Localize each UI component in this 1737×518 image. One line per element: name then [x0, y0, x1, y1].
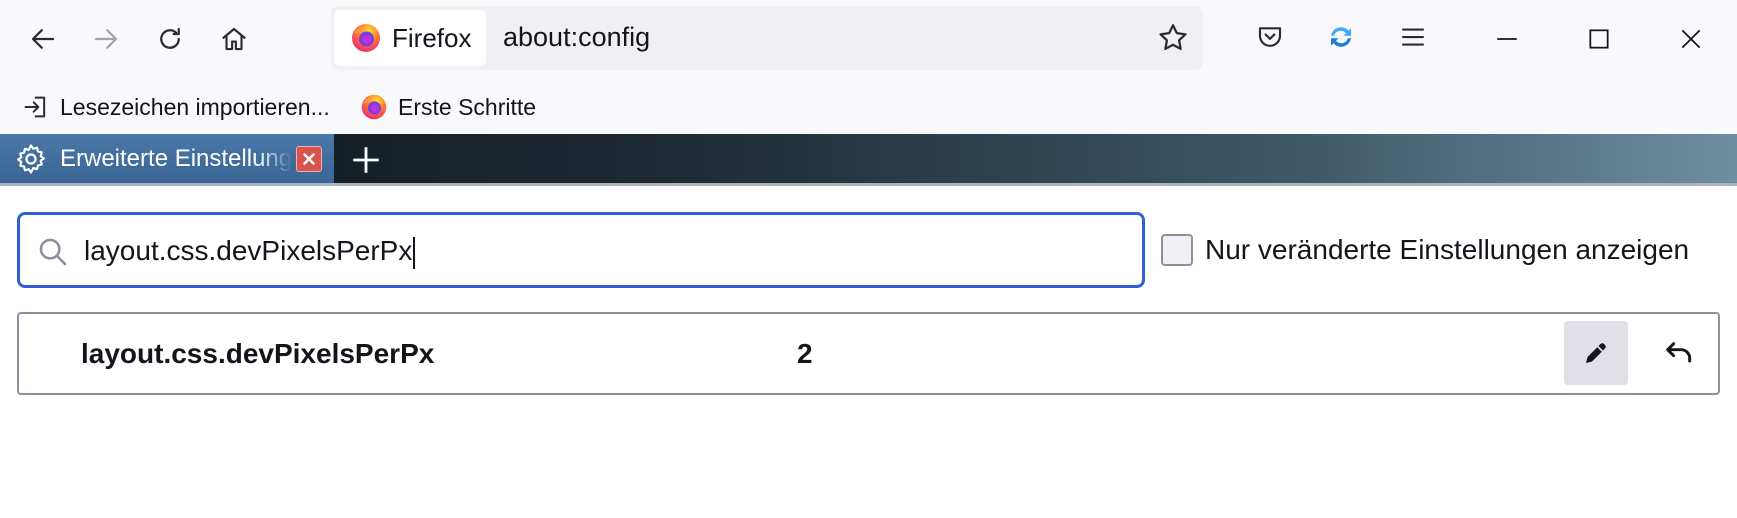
forward-arrow-icon — [94, 29, 118, 49]
back-button[interactable] — [20, 16, 66, 62]
modified-only-label[interactable]: Nur veränderte Einstellungen anzeigen — [1205, 234, 1689, 266]
pocket-icon — [1258, 27, 1282, 47]
app-menu-button[interactable] — [1390, 14, 1436, 60]
search-input[interactable]: layout.css.devPixelsPerPx — [17, 212, 1145, 288]
sync-icon — [1331, 27, 1351, 47]
sync-button[interactable] — [1318, 14, 1364, 60]
edit-pref-button[interactable] — [1564, 321, 1628, 385]
pencil-icon — [1586, 343, 1606, 363]
gear-icon — [17, 143, 45, 174]
pref-row: layout.css.devPixelsPerPx 2 — [17, 312, 1720, 395]
tab-label: Erweiterte Einstellungen — [60, 144, 292, 172]
navigation-toolbar: Firefox about:config — [0, 0, 1737, 80]
home-icon — [222, 27, 246, 51]
new-tab-button[interactable] — [344, 138, 388, 182]
firefox-logo-icon — [361, 94, 387, 120]
about-config-page: layout.css.devPixelsPerPx Nur veränderte… — [0, 186, 1737, 518]
undo-icon — [1666, 342, 1692, 363]
hamburger-menu-icon — [1401, 28, 1425, 46]
pref-value: 2 — [797, 338, 813, 369]
text-caret — [413, 236, 416, 269]
tab-strip: Erweiterte Einstellungen — [0, 134, 1737, 186]
url-text[interactable]: about:config — [503, 22, 650, 53]
minimize-button[interactable] — [1482, 14, 1532, 64]
search-icon — [39, 238, 67, 266]
close-icon — [1681, 29, 1701, 49]
pref-name: layout.css.devPixelsPerPx — [81, 338, 435, 369]
modified-only-toggle[interactable]: Nur veränderte Einstellungen anzeigen — [1161, 234, 1689, 266]
plus-icon — [353, 147, 379, 173]
reload-icon — [160, 27, 180, 49]
reset-pref-button[interactable] — [1647, 321, 1711, 385]
search-input-value[interactable]: layout.css.devPixelsPerPx — [84, 235, 416, 269]
import-icon — [24, 96, 46, 118]
home-button[interactable] — [211, 16, 257, 62]
pocket-button[interactable] — [1247, 14, 1293, 60]
star-icon — [1159, 24, 1187, 51]
firefox-logo-icon — [352, 24, 380, 52]
bookmarks-toolbar: Lesezeichen importieren... Erste Schritt… — [0, 80, 1737, 134]
forward-button[interactable] — [83, 16, 129, 62]
bookmark-getting-started[interactable]: Erste Schritte — [360, 90, 536, 124]
window-close-button[interactable] — [1666, 14, 1716, 64]
identity-label: Firefox — [392, 22, 472, 53]
tab-close-button[interactable] — [296, 146, 322, 172]
url-bar[interactable]: Firefox about:config — [331, 6, 1203, 70]
bookmark-label: Lesezeichen importieren... — [60, 93, 330, 120]
minimize-icon — [1497, 38, 1517, 40]
bookmark-import[interactable]: Lesezeichen importieren... — [22, 90, 330, 124]
maximize-button[interactable] — [1574, 14, 1624, 64]
reload-button[interactable] — [147, 16, 193, 62]
modified-only-checkbox[interactable] — [1161, 234, 1193, 266]
tab-advanced-settings[interactable]: Erweiterte Einstellungen — [0, 134, 334, 183]
bookmark-star-button[interactable] — [1153, 18, 1193, 58]
bookmark-label: Erste Schritte — [398, 93, 537, 120]
close-icon — [303, 153, 315, 165]
maximize-icon — [1589, 29, 1609, 49]
identity-box[interactable]: Firefox — [334, 10, 486, 66]
back-arrow-icon — [31, 29, 55, 49]
